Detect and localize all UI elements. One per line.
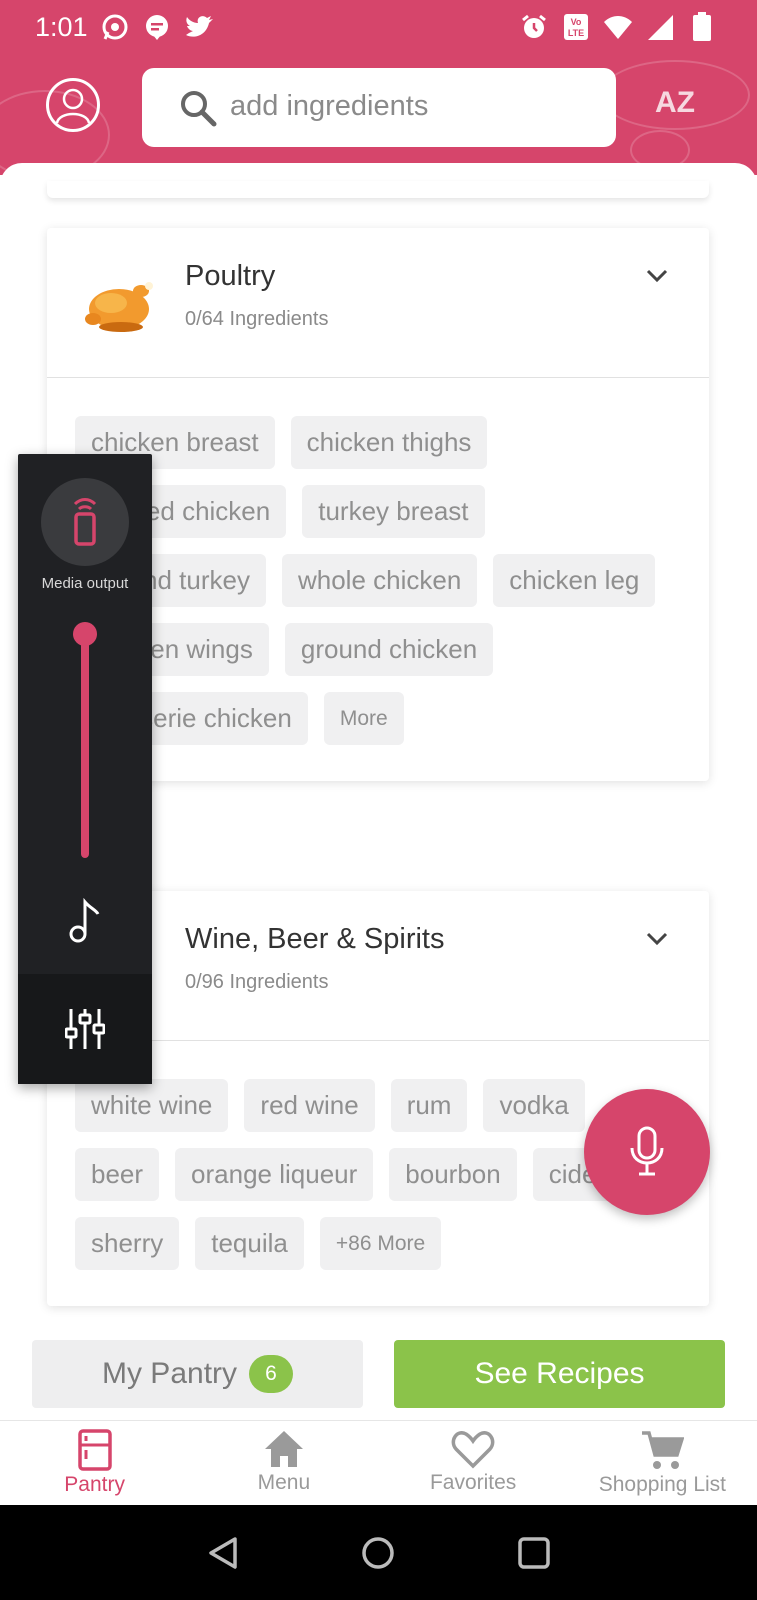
- action-bar: My Pantry 6 See Recipes: [0, 1322, 757, 1422]
- ingredient-chip[interactable]: rum: [390, 1079, 468, 1132]
- ingredient-chip[interactable]: red wine: [244, 1079, 375, 1132]
- ingredient-chip[interactable]: whole chicken: [281, 554, 478, 607]
- status-bar: 1:01 Vo LTE: [0, 0, 757, 56]
- ingredient-chip[interactable]: sherry: [75, 1217, 180, 1270]
- nav-item-pantry[interactable]: Pantry: [0, 1421, 189, 1505]
- svg-text:LTE: LTE: [568, 28, 584, 38]
- system-navigation-bar: [0, 1505, 757, 1600]
- my-pantry-button[interactable]: My Pantry 6: [32, 1340, 363, 1408]
- ingredient-chip[interactable]: tequila: [195, 1217, 304, 1270]
- nav-label: Shopping List: [598, 1473, 726, 1496]
- ingredient-chip[interactable]: chicken thighs: [290, 416, 488, 469]
- nav-item-favorites[interactable]: Favorites: [379, 1421, 568, 1505]
- search-input[interactable]: [230, 86, 590, 126]
- heart-icon: [451, 1431, 495, 1469]
- sort-az-icon[interactable]: AZ: [655, 86, 695, 120]
- back-icon[interactable]: [205, 1535, 241, 1571]
- svg-text:Vo: Vo: [571, 17, 582, 27]
- ingredient-chip[interactable]: bourbon: [389, 1148, 517, 1201]
- media-output-label: Media output: [41, 575, 129, 592]
- music-note-icon: [69, 898, 100, 943]
- volte-icon: Vo LTE: [561, 12, 591, 42]
- chat-icon: [142, 12, 172, 42]
- ingredient-chip[interactable]: vodka: [483, 1079, 585, 1132]
- pantry-count-badge: 6: [249, 1355, 294, 1393]
- home-button-icon[interactable]: [360, 1535, 396, 1571]
- signal-icon: [645, 12, 675, 42]
- category-header[interactable]: Poultry 0/64 Ingredients: [47, 228, 709, 378]
- bottom-navigation: Pantry Menu Favorites Shopping List: [0, 1420, 757, 1505]
- home-icon: [264, 1431, 303, 1467]
- sound-settings-button[interactable]: [18, 974, 152, 1084]
- twitter-icon: [184, 12, 214, 42]
- category-title: Wine, Beer & Spirits: [185, 923, 445, 955]
- fridge-icon: [77, 1429, 112, 1471]
- profile-avatar-button[interactable]: [46, 78, 100, 132]
- cart-icon: [642, 1431, 685, 1469]
- search-icon: [181, 91, 217, 127]
- media-output-panel: Media output: [18, 454, 152, 1084]
- ingredient-chip[interactable]: turkey breast: [302, 485, 485, 538]
- chevron-down-icon[interactable]: [645, 931, 669, 947]
- volume-slider[interactable]: [81, 634, 89, 858]
- ingredient-chip[interactable]: beer: [75, 1148, 160, 1201]
- microphone-icon: [630, 1126, 664, 1176]
- ingredient-chip[interactable]: orange liqueur: [175, 1148, 374, 1201]
- voice-search-button[interactable]: [584, 1089, 710, 1215]
- ingredient-chip[interactable]: chicken leg: [493, 554, 656, 607]
- phone-cast-icon: [73, 498, 97, 546]
- media-output-button[interactable]: [41, 478, 129, 566]
- see-recipes-button[interactable]: See Recipes: [394, 1340, 725, 1408]
- roast-chicken-icon: [85, 282, 153, 332]
- search-bar[interactable]: [142, 68, 616, 147]
- battery-icon: [687, 12, 717, 42]
- nav-item-shopping-list[interactable]: Shopping List: [568, 1421, 757, 1505]
- nav-label: Pantry: [64, 1473, 125, 1496]
- ingredient-chip[interactable]: white wine: [75, 1079, 229, 1132]
- status-time: 1:01: [35, 12, 88, 42]
- category-count: 0/96 Ingredients: [185, 971, 329, 993]
- wifi-icon: [603, 12, 633, 42]
- nav-item-menu[interactable]: Menu: [189, 1421, 378, 1505]
- more-ingredients-button[interactable]: +86 More: [319, 1217, 442, 1270]
- category-title: Poultry: [185, 260, 276, 292]
- nav-label: Menu: [257, 1471, 311, 1494]
- equalizer-icon: [65, 1009, 105, 1049]
- chevron-down-icon[interactable]: [645, 268, 669, 284]
- category-count: 0/64 Ingredients: [185, 308, 329, 330]
- more-ingredients-button[interactable]: More: [323, 692, 404, 745]
- my-pantry-label: My Pantry: [101, 1357, 238, 1390]
- ingredient-chip[interactable]: ground chicken: [284, 623, 494, 676]
- person-icon: [55, 88, 91, 124]
- recents-icon[interactable]: [516, 1535, 552, 1571]
- whatsapp-icon: [100, 12, 130, 42]
- previous-category-card: [47, 181, 709, 198]
- app-header: 1:01 Vo LTE add ingredients AZ: [0, 0, 757, 175]
- alarm-icon: [519, 12, 549, 42]
- nav-label: Favorites: [429, 1471, 517, 1494]
- volume-slider-thumb[interactable]: [73, 622, 97, 646]
